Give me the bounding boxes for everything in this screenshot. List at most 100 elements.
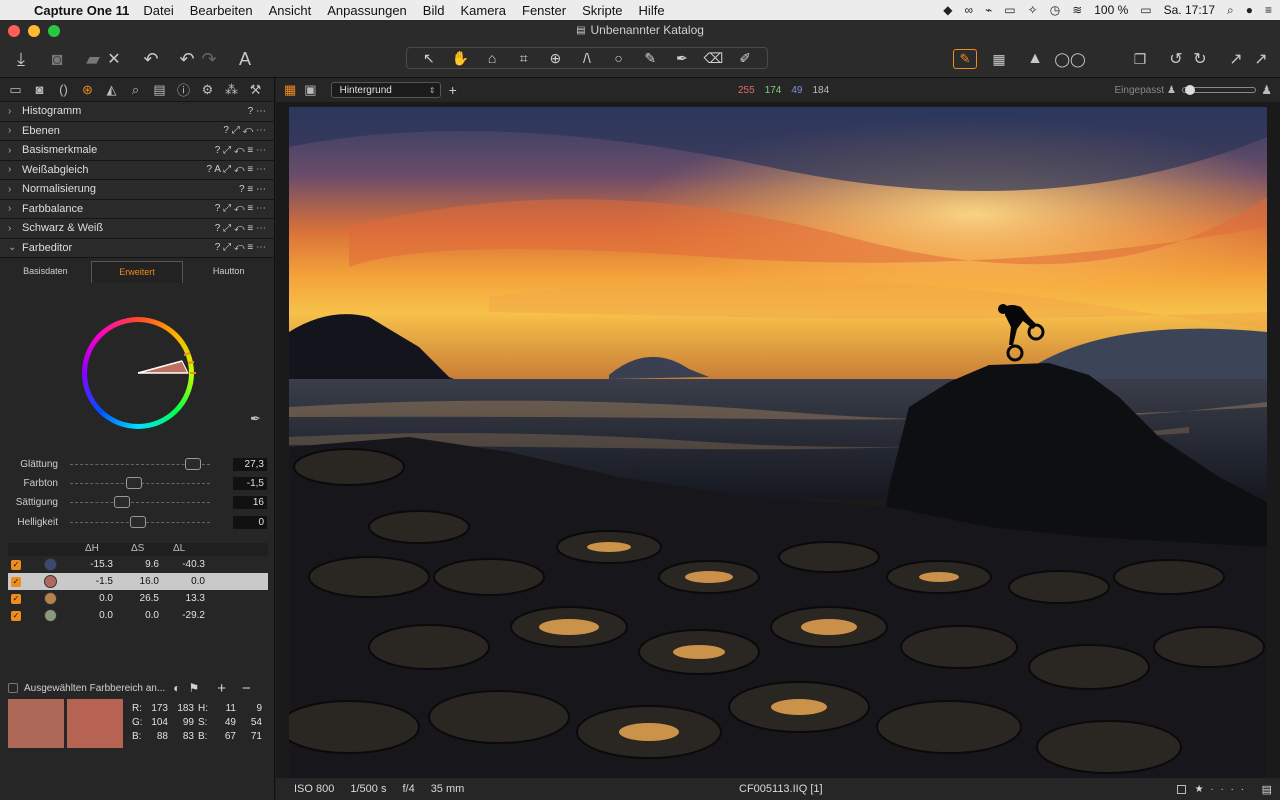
library-tab-icon[interactable]: ▭ bbox=[6, 82, 25, 98]
zoom-slider[interactable] bbox=[1182, 85, 1256, 95]
time-machine-icon[interactable]: ◷ bbox=[1050, 3, 1060, 17]
metadata-tab-icon[interactable]: ⓘ bbox=[174, 80, 193, 99]
pan-hand-icon[interactable]: ✋ bbox=[446, 50, 474, 67]
section-basismerkmale[interactable]: › Basismerkmale? ⤢ ↶ ≡ ⋯ bbox=[0, 141, 274, 161]
display-icon[interactable]: ▭ bbox=[1004, 3, 1015, 17]
color-tab-icon[interactable]: ⊛ bbox=[78, 82, 97, 98]
color-range-indicator[interactable] bbox=[82, 317, 212, 429]
close-window-button[interactable] bbox=[8, 25, 20, 37]
row-checkbox[interactable]: ✓ bbox=[11, 610, 21, 621]
annotation-pen-icon[interactable]: ✐ bbox=[731, 50, 759, 67]
row-checkbox[interactable]: ✓ bbox=[11, 576, 21, 587]
tethered-tab-icon[interactable]: ⚒ bbox=[246, 82, 265, 98]
undo-history-icon[interactable]: ↶ bbox=[138, 46, 164, 72]
single-view-icon[interactable]: ▣ bbox=[304, 82, 316, 98]
glaettung-knob[interactable] bbox=[185, 457, 201, 470]
menu-fenster[interactable]: Fenster bbox=[522, 3, 566, 18]
eyedropper-icon[interactable]: ◐ bbox=[173, 681, 180, 695]
section-weissabgleich[interactable]: › Weißabgleich? A ⤢ ↶ ≡ ⋯ bbox=[0, 160, 274, 180]
color-tag-icon[interactable]: ▤ bbox=[1262, 783, 1272, 796]
proof-glasses-icon[interactable]: ◯◯ bbox=[1054, 46, 1085, 72]
color-picker-icon[interactable]: ✒ bbox=[250, 411, 261, 427]
create-mask-icon[interactable]: ⚑ bbox=[188, 681, 199, 695]
menubar-clock[interactable]: Sa. 17:17 bbox=[1164, 3, 1215, 17]
zoom-slider-knob[interactable] bbox=[1185, 85, 1195, 95]
show-range-checkbox[interactable] bbox=[8, 683, 18, 693]
add-color-button[interactable]: + bbox=[217, 680, 226, 697]
star-rating[interactable]: ★ · · · · bbox=[1195, 784, 1246, 795]
table-row[interactable]: ✓ 0.0 0.0 -29.2 bbox=[8, 607, 268, 624]
text-annotation-icon[interactable]: A bbox=[232, 46, 258, 72]
battery-icon[interactable]: ▭ bbox=[1140, 3, 1151, 17]
dropbox-icon[interactable]: ◆ bbox=[943, 3, 952, 17]
section-normalisierung[interactable]: › Normalisierung? ≡ ⋯ bbox=[0, 180, 274, 200]
photo-giants-causeway[interactable] bbox=[289, 107, 1267, 778]
tab-erweitert[interactable]: Erweitert bbox=[90, 261, 184, 283]
adjustments-tab-icon[interactable]: ▤ bbox=[150, 82, 169, 98]
keystone-icon[interactable]: /\ bbox=[573, 50, 601, 66]
process-icon[interactable]: ↗ bbox=[1250, 46, 1272, 72]
farbton-value[interactable]: -1,5 bbox=[233, 476, 267, 490]
select-checkbox[interactable] bbox=[1177, 784, 1186, 794]
grid-icon[interactable]: ▦ bbox=[987, 46, 1011, 72]
section-histogramm[interactable]: › Histogramm? ⋯ bbox=[0, 102, 274, 122]
menu-ansicht[interactable]: Ansicht bbox=[269, 3, 312, 18]
camera-capture-icon[interactable]: ◙ bbox=[44, 46, 70, 72]
table-row[interactable]: ✓ 0.0 26.5 13.3 bbox=[8, 590, 268, 607]
section-farbbalance[interactable]: › Farbbalance? ⤢ ↶ ≡ ⋯ bbox=[0, 199, 274, 219]
lens-tab-icon[interactable]: () bbox=[54, 82, 73, 97]
add-layer-icon[interactable]: + bbox=[449, 82, 457, 98]
details-tab-icon[interactable]: ⌕ bbox=[126, 82, 145, 98]
menu-skripte[interactable]: Skripte bbox=[582, 3, 622, 18]
undo-icon[interactable]: ↶ bbox=[174, 46, 200, 72]
row-checkbox[interactable]: ✓ bbox=[11, 593, 21, 604]
tool-icon[interactable]: ✧ bbox=[1028, 3, 1038, 17]
helligkeit-knob[interactable] bbox=[130, 515, 146, 528]
capture-tab-icon[interactable]: ◙ bbox=[30, 82, 49, 97]
brush-mask-icon[interactable]: ✎ bbox=[636, 50, 664, 67]
batch-tab-icon[interactable]: ⁂ bbox=[222, 82, 241, 98]
color-picker-icon[interactable]: ✒ bbox=[668, 50, 696, 67]
tab-basisdaten[interactable]: Basisdaten bbox=[0, 261, 91, 283]
app-menu[interactable]: Capture One 11 bbox=[34, 3, 129, 18]
wifi-icon[interactable]: ≋ bbox=[1072, 3, 1082, 17]
crop-icon[interactable]: ⌗ bbox=[510, 50, 538, 67]
menu-bild[interactable]: Bild bbox=[423, 3, 445, 18]
circle-mask-icon[interactable]: ○ bbox=[605, 50, 633, 66]
menu-hilfe[interactable]: Hilfe bbox=[639, 3, 665, 18]
edit-mode-icon[interactable]: ✎ bbox=[953, 49, 977, 69]
multi-view-icon[interactable]: ▦ bbox=[284, 82, 296, 98]
move-to-folder-icon[interactable]: ▰ bbox=[80, 46, 106, 72]
minimize-window-button[interactable] bbox=[28, 25, 40, 37]
image-viewer[interactable] bbox=[276, 102, 1280, 778]
menu-anpassungen[interactable]: Anpassungen bbox=[327, 3, 407, 18]
spotlight-search-icon[interactable]: ⌕ bbox=[1227, 3, 1234, 18]
menu-bearbeiten[interactable]: Bearbeiten bbox=[190, 3, 253, 18]
delete-icon[interactable]: ✕ bbox=[104, 46, 124, 72]
farbton-knob[interactable] bbox=[126, 476, 142, 489]
layer-select[interactable]: Hintergrund ⇕ bbox=[330, 82, 441, 98]
select-cursor-icon[interactable]: ↖ bbox=[415, 50, 443, 67]
output-tab-icon[interactable]: ⚙ bbox=[198, 82, 217, 98]
section-ebenen[interactable]: › Ebenen? ⤢ ↶ ⋯ bbox=[0, 121, 274, 141]
table-row[interactable]: ✓ -1.5 16.0 0.0 bbox=[8, 573, 268, 590]
helligkeit-value[interactable]: 0 bbox=[233, 515, 267, 529]
table-row[interactable]: ✓ -15.3 9.6 -40.3 bbox=[8, 556, 268, 573]
menu-kamera[interactable]: Kamera bbox=[460, 3, 506, 18]
zoom-window-button[interactable] bbox=[48, 25, 60, 37]
notification-center-icon[interactable]: ≡ bbox=[1265, 3, 1272, 17]
loupe-icon[interactable]: ⌂ bbox=[478, 50, 506, 66]
exposure-warning-icon[interactable]: ▲ bbox=[1023, 46, 1047, 72]
rotate-right-icon[interactable]: ↻ bbox=[1190, 46, 1210, 72]
section-farbeditor[interactable]: ⌄ Farbeditor? ⤢ ↶ ≡ ⋯ bbox=[0, 238, 274, 258]
rotate-straighten-icon[interactable]: ⊕ bbox=[541, 50, 569, 67]
import-icon[interactable]: ⤓ bbox=[8, 46, 34, 72]
network-icon[interactable]: ⌁ bbox=[985, 3, 992, 17]
remove-color-button[interactable]: − bbox=[242, 680, 251, 697]
saettigung-value[interactable]: 16 bbox=[233, 495, 267, 509]
section-schwarz-weiss[interactable]: › Schwarz & Weiß? ⤢ ↶ ≡ ⋯ bbox=[0, 219, 274, 239]
creative-cloud-icon[interactable]: ∞ bbox=[965, 3, 974, 17]
copy-apply-icon[interactable]: ❐ bbox=[1128, 46, 1152, 72]
rotate-left-icon[interactable]: ↺ bbox=[1166, 46, 1186, 72]
glaettung-value[interactable]: 27,3 bbox=[233, 457, 267, 471]
